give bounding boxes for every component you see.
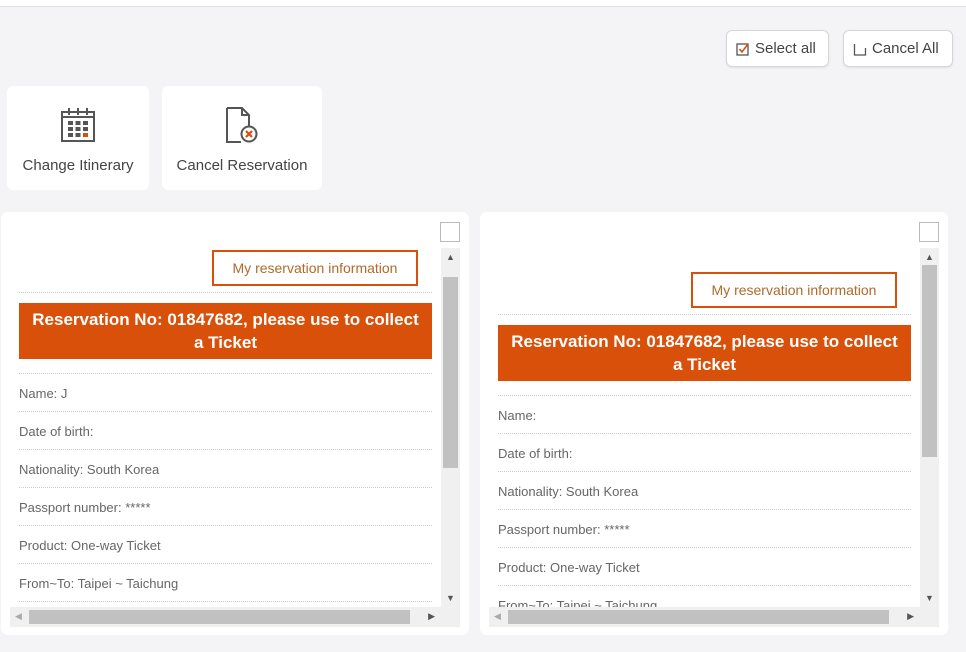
calendar-icon	[61, 108, 95, 142]
reservation-banner: Reservation No: 01847682, please use to …	[498, 325, 911, 381]
reservation-banner: Reservation No: 01847682, please use to …	[19, 303, 432, 359]
scroll-right-icon[interactable]: ▶	[907, 611, 914, 622]
scroll-left-icon[interactable]: ◀	[494, 611, 501, 622]
change-itinerary-label: Change Itinerary	[22, 157, 134, 174]
section-title: My reservation information	[212, 250, 418, 286]
info-row: Product: One-way Ticket	[498, 548, 911, 586]
scroll-up-icon[interactable]: ▲	[446, 252, 455, 262]
vertical-scroll-thumb[interactable]	[443, 277, 458, 468]
card-scroll-area: My reservation information Reservation N…	[489, 248, 920, 607]
info-row: Date of birth:	[498, 434, 911, 472]
section-title: My reservation information	[691, 272, 897, 308]
top-bar	[0, 0, 966, 7]
section-title-text: My reservation information	[711, 282, 877, 298]
vertical-scrollbar[interactable]: ▲ ▼	[441, 248, 460, 607]
divider	[19, 292, 432, 293]
info-row: Nationality: South Korea	[498, 472, 911, 510]
info-row: Nationality: South Korea	[19, 450, 432, 488]
divider	[498, 314, 911, 315]
card-scroll-area: My reservation information Reservation N…	[10, 248, 441, 607]
reservation-card: My reservation information Reservation N…	[480, 212, 948, 635]
horizontal-scrollbar[interactable]: ◀ ▶	[489, 607, 920, 627]
info-row: Name:	[498, 396, 911, 434]
section-title-text: My reservation information	[232, 260, 398, 276]
scroll-up-icon[interactable]: ▲	[925, 252, 934, 262]
cancel-reservation-button[interactable]: Cancel Reservation	[162, 86, 322, 190]
info-row: Product: One-way Ticket	[19, 526, 432, 564]
info-row: Passport number: *****	[498, 510, 911, 548]
card-checkbox[interactable]	[919, 222, 939, 242]
info-row: Name: J	[19, 374, 432, 412]
info-row: From~To: Taipei ~ Taichung	[19, 564, 432, 602]
scroll-right-icon[interactable]: ▶	[428, 611, 435, 622]
scrollbar-corner	[441, 607, 460, 627]
card-checkbox[interactable]	[440, 222, 460, 242]
scroll-down-icon[interactable]: ▼	[925, 593, 934, 603]
cancel-all-button[interactable]: Cancel All	[843, 30, 953, 67]
document-cancel-icon	[226, 107, 258, 143]
cancel-all-label: Cancel All	[872, 40, 939, 57]
select-all-label: Select all	[755, 40, 816, 57]
horizontal-scroll-thumb[interactable]	[508, 610, 889, 624]
checkbox-checked-icon	[736, 42, 749, 56]
info-row: Date of birth:	[19, 412, 432, 450]
scroll-left-icon[interactable]: ◀	[15, 611, 22, 622]
select-all-button[interactable]: Select all	[726, 30, 829, 67]
horizontal-scrollbar[interactable]: ◀ ▶	[10, 607, 441, 627]
change-itinerary-button[interactable]: Change Itinerary	[7, 86, 149, 190]
info-row: From~To: Taipei ~ Taichung	[498, 586, 911, 607]
reservation-card: My reservation information Reservation N…	[1, 212, 469, 635]
scrollbar-corner	[920, 607, 939, 627]
horizontal-scroll-thumb[interactable]	[29, 610, 410, 624]
info-row: Passport number: *****	[19, 488, 432, 526]
cancel-reservation-label: Cancel Reservation	[176, 157, 308, 174]
vertical-scrollbar[interactable]: ▲ ▼	[920, 248, 939, 607]
checkbox-empty-icon	[853, 43, 867, 56]
scroll-down-icon[interactable]: ▼	[446, 593, 455, 603]
vertical-scroll-thumb[interactable]	[922, 265, 937, 457]
